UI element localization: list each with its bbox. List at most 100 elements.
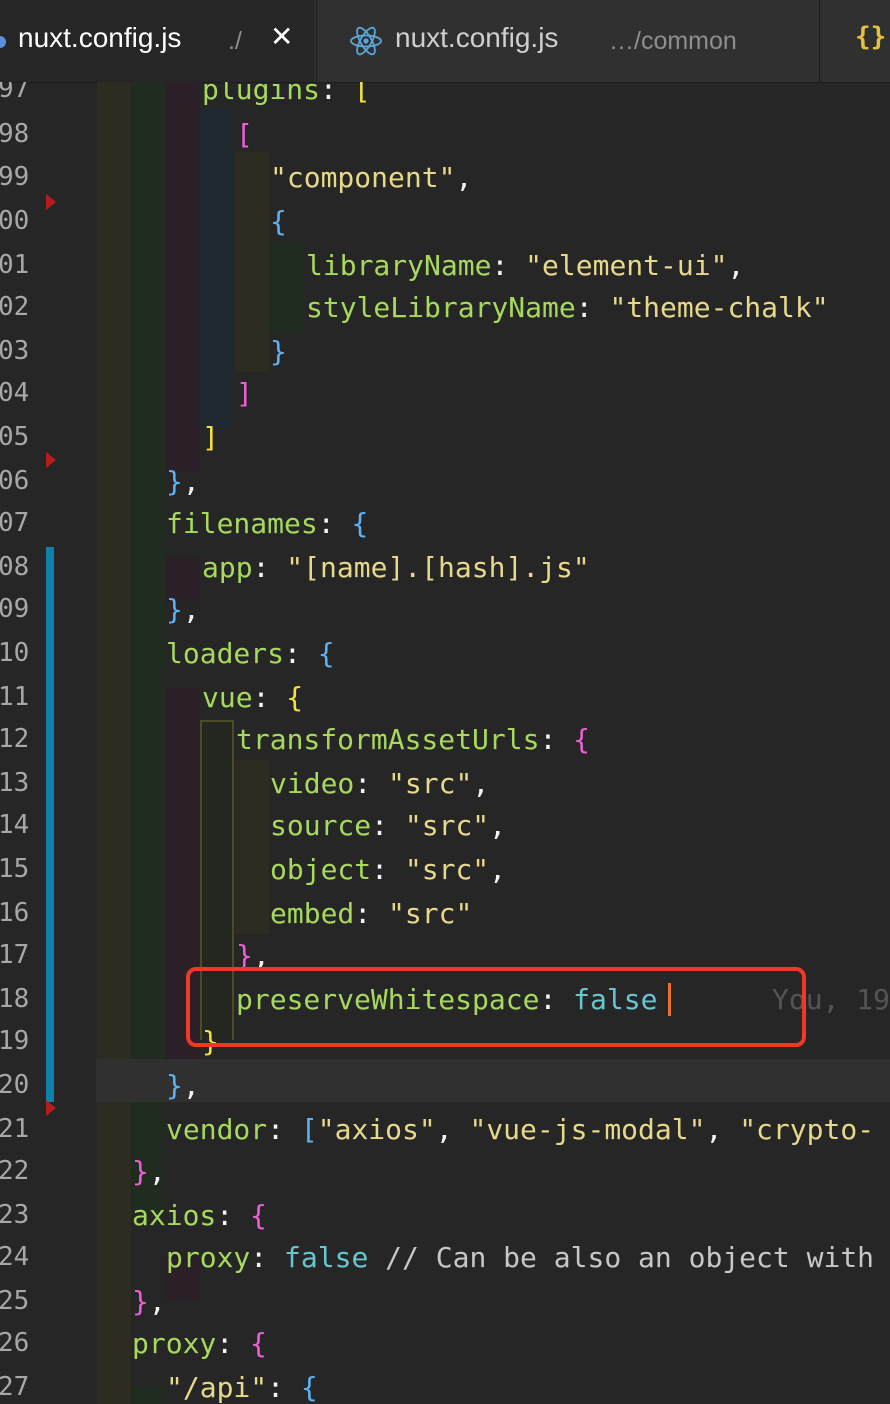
- code-line: app: "[name].[hash].js": [202, 546, 590, 589]
- fold-arrow-icon[interactable]: [46, 452, 56, 468]
- code-line: "component",: [270, 156, 472, 199]
- property-key: libraryName: [306, 249, 492, 282]
- colon: :: [267, 1371, 301, 1404]
- close-icon[interactable]: ✕: [270, 20, 293, 53]
- comma: ,: [182, 593, 200, 626]
- react-icon: [350, 26, 382, 56]
- separator: ,: [705, 1113, 740, 1146]
- tab-nuxt-config-root[interactable]: nuxt.config.js ./ ✕: [0, 0, 314, 82]
- code-line: },: [166, 588, 200, 631]
- string-literal: "src": [404, 809, 490, 842]
- current-line-highlight: [96, 1059, 890, 1102]
- property-key: app: [202, 551, 253, 584]
- colon: :: [216, 1327, 251, 1360]
- colon: :: [371, 809, 405, 842]
- line-number: 27: [0, 1372, 30, 1402]
- code-line: object: "src",: [270, 848, 506, 891]
- property-key: styleLibraryName: [306, 291, 576, 324]
- code-line: libraryName: "element-ui",: [306, 244, 744, 287]
- code-line: embed: "src": [270, 892, 472, 935]
- property-key: axios: [132, 1199, 217, 1232]
- comma: ,: [182, 465, 200, 498]
- property-key: loaders: [166, 637, 285, 670]
- string-literal: "/api": [166, 1371, 268, 1404]
- bracket: {: [351, 507, 369, 540]
- comma: ,: [182, 1069, 200, 1102]
- code-line: source: "src",: [270, 804, 506, 847]
- code-line: vendor: ["axios", "vue-js-modal", "crypt…: [166, 1108, 874, 1151]
- tab-title: nuxt.config.js: [18, 22, 182, 53]
- bracket: [: [236, 118, 253, 151]
- colon: :: [320, 82, 354, 106]
- bracket: {: [573, 723, 591, 756]
- editor-tab-bar: nuxt.config.js ./ ✕ nuxt.config.js …/com…: [0, 0, 890, 83]
- code-line: },: [132, 1150, 166, 1193]
- code-comment: // Can be also an object with: [368, 1241, 875, 1274]
- property-key: video: [270, 767, 355, 800]
- colon: :: [267, 1113, 301, 1146]
- string-literal: "[name].[hash].js": [286, 551, 590, 584]
- annotation-highlight-box: [186, 967, 806, 1047]
- indent-guide: [131, 1386, 165, 1404]
- modified-lines-marker[interactable]: [46, 547, 54, 1062]
- line-number: 99: [0, 162, 30, 192]
- line-number: 08: [0, 552, 30, 582]
- bracket: [: [353, 82, 371, 106]
- line-number: 01: [0, 250, 30, 280]
- bracket: {: [286, 681, 304, 714]
- fold-arrow-icon[interactable]: [46, 194, 56, 210]
- tab-json-file[interactable]: {}: [822, 0, 890, 82]
- string-literal: "component": [270, 161, 456, 194]
- line-number: 24: [0, 1242, 30, 1272]
- string-literal: "axios": [317, 1113, 436, 1146]
- string-literal: "src": [388, 897, 473, 930]
- indent-guide: [235, 152, 269, 372]
- bracket: }: [270, 335, 287, 368]
- code-editor[interactable]: 97 98 99 00 01 02 03 04 05 06 07 08 09 1…: [0, 82, 890, 1404]
- colon: :: [252, 681, 287, 714]
- js-file-icon: [0, 36, 6, 48]
- line-number: 25: [0, 1286, 30, 1316]
- string-literal: "src": [404, 853, 490, 886]
- colon: :: [371, 853, 405, 886]
- code-line: proxy: {: [132, 1322, 267, 1365]
- code-line: proxy: false // Can be also an object wi…: [166, 1236, 874, 1279]
- code-line: video: "src",: [270, 762, 489, 805]
- separator: ,: [435, 1113, 470, 1146]
- line-number: 18: [0, 984, 30, 1014]
- string-literal: "element-ui": [525, 249, 728, 282]
- fold-arrow-icon[interactable]: [46, 1100, 56, 1116]
- code-line: plugins: [: [202, 82, 371, 111]
- bracket: {: [250, 1199, 267, 1232]
- line-number: 02: [0, 292, 30, 322]
- colon: :: [252, 551, 287, 584]
- colon: :: [284, 637, 318, 670]
- line-number: 16: [0, 898, 30, 928]
- line-number: 13: [0, 768, 30, 798]
- line-number: 04: [0, 378, 30, 408]
- line-number: 03: [0, 336, 30, 366]
- line-number: 23: [0, 1200, 30, 1230]
- modified-lines-marker[interactable]: [46, 1062, 54, 1102]
- property-key: proxy: [132, 1327, 217, 1360]
- tab-nuxt-config-common[interactable]: nuxt.config.js …/common: [316, 0, 820, 82]
- bracket: {: [317, 637, 335, 670]
- line-number: 21: [0, 1114, 30, 1144]
- property-key: vendor: [166, 1113, 268, 1146]
- code-line: },: [132, 1280, 166, 1323]
- colon: :: [250, 1241, 285, 1274]
- line-number: 26: [0, 1328, 30, 1358]
- bracket: }: [132, 1285, 149, 1318]
- indent-guide: [131, 82, 165, 1126]
- code-line: {: [270, 200, 287, 243]
- comma: ,: [455, 161, 473, 194]
- indent-guide: [270, 242, 304, 332]
- bracket: }: [132, 1155, 149, 1188]
- line-number: 12: [0, 724, 30, 754]
- property-key: object: [270, 853, 372, 886]
- property-key: filenames: [166, 507, 318, 540]
- colon: :: [575, 291, 610, 324]
- comma: ,: [472, 767, 490, 800]
- property-key: embed: [270, 897, 355, 930]
- code-line: styleLibraryName: "theme-chalk": [306, 286, 829, 329]
